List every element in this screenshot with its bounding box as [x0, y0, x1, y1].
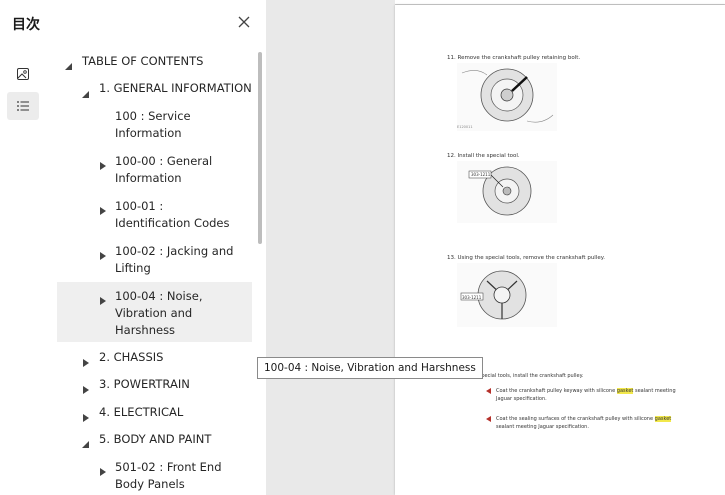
note-1-post: sealant meeting: [634, 388, 676, 394]
step-12-text: 12. Install the special tool.: [447, 153, 520, 159]
note-1-pre: Coat the crankshaft pulley keyway with s…: [496, 388, 616, 394]
toc-tooltip: 100-04 : Noise, Vibration and Harshness: [257, 357, 483, 379]
caret-right-icon[interactable]: [98, 156, 108, 170]
sidebar-header: 目次: [0, 0, 266, 48]
sidebar-title: 目次: [12, 17, 40, 33]
toc-item-100-02[interactable]: 100-02 : Jacking and Lifting: [115, 243, 240, 277]
figure-remove-bolt: [457, 63, 557, 131]
toc-item-root[interactable]: TABLE OF CONTENTS: [82, 53, 203, 70]
step-13-text: 13. Using the special tools, remove the …: [447, 255, 605, 261]
toc-item-100[interactable]: 100 : Service Information: [115, 108, 225, 142]
tool-number-label: 303-1211: [471, 172, 491, 177]
document-viewer[interactable]: 11. Remove the crankshaft pulley retaini…: [266, 0, 725, 495]
toc-item-body-and-paint[interactable]: 5. BODY AND PAINT: [99, 431, 211, 448]
note-1-line2: Jaguar specification.: [496, 396, 547, 402]
highlight-term: gasket: [654, 416, 672, 422]
highlight-term: gasket: [616, 388, 634, 394]
toc-item-general-information[interactable]: 1. GENERAL INFORMATION: [99, 80, 252, 97]
warning-icon: [486, 388, 494, 396]
document-page: 11. Remove the crankshaft pulley retaini…: [395, 5, 725, 495]
caret-right-icon[interactable]: [81, 380, 91, 394]
note-2-line2: sealant meeting Jaguar specification.: [496, 424, 589, 430]
tool-number-label: 303-1211: [462, 295, 482, 300]
caret-right-icon[interactable]: [98, 246, 108, 260]
toc-item-100-00[interactable]: 100-00 : General Information: [115, 153, 225, 187]
note-1-text: Coat the crankshaft pulley keyway with s…: [496, 388, 676, 394]
close-icon[interactable]: [236, 14, 252, 30]
caret-right-icon[interactable]: [98, 462, 108, 476]
caret-down-icon[interactable]: [81, 435, 91, 448]
image-icon: [17, 68, 29, 80]
caret-right-icon[interactable]: [98, 201, 108, 215]
sidebar-rail: [0, 48, 48, 495]
toc-item-100-01[interactable]: 100-01 : Identification Codes: [115, 198, 240, 232]
toc-scrollbar[interactable]: [258, 52, 262, 244]
caret-right-icon[interactable]: [98, 291, 108, 305]
caret-right-icon[interactable]: [81, 353, 91, 367]
toc-item-electrical[interactable]: 4. ELECTRICAL: [99, 404, 183, 421]
toc-item-chassis[interactable]: 2. CHASSIS: [99, 349, 163, 366]
note-2-pre: Coat the sealing surfaces of the cranksh…: [496, 416, 654, 422]
toc-item-501-02[interactable]: 501-02 : Front End Body Panels: [115, 459, 250, 493]
list-icon: [17, 101, 29, 111]
warning-icon: [486, 416, 494, 424]
toc-item-powertrain[interactable]: 3. POWERTRAIN: [99, 376, 190, 393]
toc-tree: TABLE OF CONTENTS 1. GENERAL INFORMATION…: [48, 48, 258, 495]
thumbnails-button[interactable]: [7, 60, 39, 88]
caret-down-icon[interactable]: [64, 57, 74, 70]
caret-right-icon[interactable]: [81, 408, 91, 422]
toc-item-100-04[interactable]: 100-04 : Noise, Vibration and Harshness: [115, 288, 215, 339]
figure-caption: E120011: [457, 125, 473, 129]
note-2-text: Coat the sealing surfaces of the cranksh…: [496, 416, 672, 422]
figure-install-tool: [457, 161, 557, 223]
step-11-text: 11. Remove the crankshaft pulley retaini…: [447, 55, 581, 61]
caret-down-icon[interactable]: [81, 85, 91, 98]
outline-button[interactable]: [7, 92, 39, 120]
